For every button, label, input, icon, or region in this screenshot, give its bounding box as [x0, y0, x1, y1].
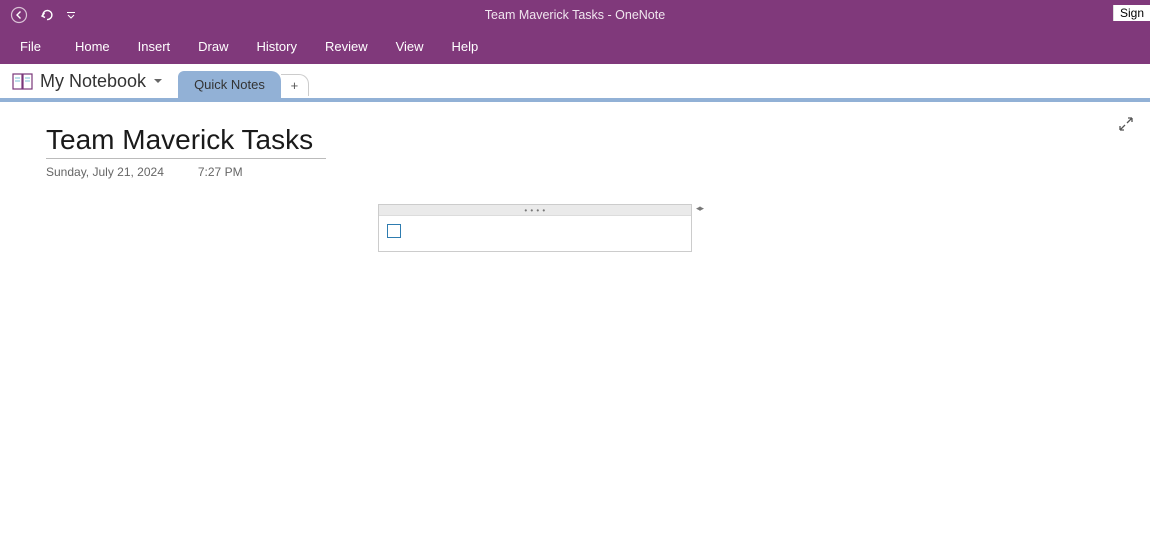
- content-body[interactable]: [379, 216, 691, 251]
- menu-insert[interactable]: Insert: [124, 30, 185, 64]
- notebook-icon: [12, 73, 34, 91]
- menu-draw[interactable]: Draw: [184, 30, 242, 64]
- titlebar-left-controls: [0, 4, 78, 26]
- menubar: File Home Insert Draw History Review Vie…: [0, 30, 1150, 64]
- expand-icon[interactable]: [1118, 116, 1134, 137]
- page-title-block: Team Maverick Tasks Sunday, July 21, 202…: [46, 124, 326, 179]
- page-meta: Sunday, July 21, 2024 7:27 PM: [46, 165, 326, 179]
- menu-home[interactable]: Home: [61, 30, 124, 64]
- customize-qat-icon[interactable]: [64, 4, 78, 26]
- notebook-bar: My Notebook Quick Notes +: [0, 64, 1150, 102]
- add-tab-button[interactable]: +: [281, 74, 309, 96]
- notebook-selector[interactable]: My Notebook: [12, 71, 164, 92]
- titlebar: Team Maverick Tasks - OneNote Sign: [0, 0, 1150, 30]
- page-date[interactable]: Sunday, July 21, 2024: [46, 165, 164, 179]
- chevron-down-icon: [152, 71, 164, 92]
- todo-checkbox[interactable]: [387, 224, 401, 238]
- menu-history[interactable]: History: [243, 30, 311, 64]
- grip-dots-icon: • • • •: [524, 208, 545, 213]
- menu-help[interactable]: Help: [438, 30, 493, 64]
- menu-view[interactable]: View: [382, 30, 438, 64]
- resize-handle-icon[interactable]: ◂▸: [696, 203, 703, 214]
- sign-in-button[interactable]: Sign: [1113, 5, 1150, 21]
- back-icon[interactable]: [8, 4, 30, 26]
- menu-file[interactable]: File: [18, 30, 61, 64]
- window-title: Team Maverick Tasks - OneNote: [485, 8, 665, 22]
- menu-review[interactable]: Review: [311, 30, 382, 64]
- tab-quick-notes[interactable]: Quick Notes: [178, 71, 281, 98]
- page-title[interactable]: Team Maverick Tasks: [46, 124, 326, 159]
- page-canvas[interactable]: Team Maverick Tasks Sunday, July 21, 202…: [0, 102, 1150, 544]
- content-container[interactable]: • • • • ◂▸: [378, 204, 692, 252]
- undo-icon[interactable]: [36, 4, 58, 26]
- notebook-name: My Notebook: [40, 71, 146, 92]
- page-time[interactable]: 7:27 PM: [198, 165, 243, 179]
- content-container-drag-handle[interactable]: • • • • ◂▸: [379, 205, 691, 216]
